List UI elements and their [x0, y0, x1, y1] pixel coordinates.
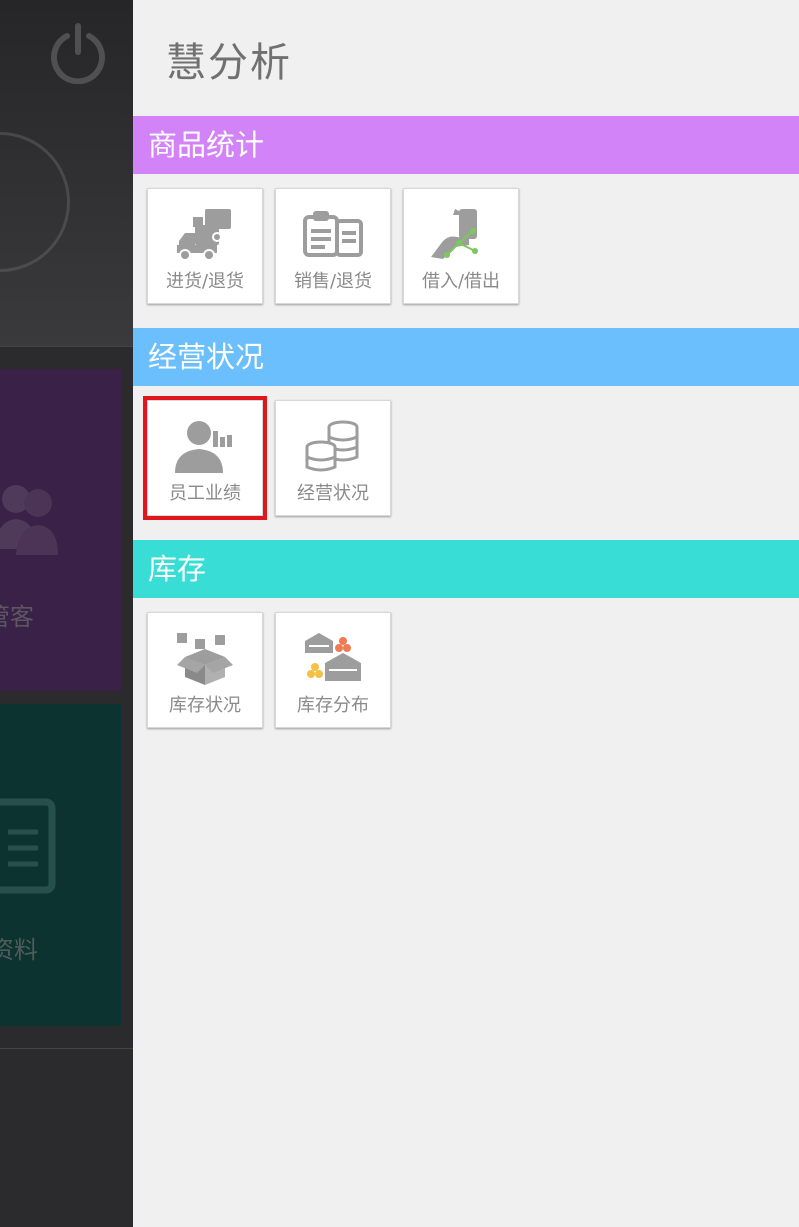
warehouses-icon: [305, 633, 361, 681]
tile-label: 进货/退货: [165, 271, 245, 292]
delivery-truck-icon: [177, 209, 231, 261]
tile-inventory-status[interactable]: 库存状况: [147, 612, 263, 728]
section-header-inventory: 库存: [133, 540, 799, 598]
power-icon[interactable]: [47, 22, 109, 84]
tile-label: 经营状况: [297, 483, 369, 504]
tile-sales-return[interactable]: 销售/退货: [275, 188, 391, 304]
analysis-drawer: 慧分析 商品统计 进货/退货 销售/退货 借入/借出 经营状况 员工业绩 经营状…: [133, 0, 799, 1227]
section-header-product-stats: 商品统计: [133, 116, 799, 174]
background-tile-data[interactable]: 资料: [0, 704, 121, 1026]
tile-borrow-lend[interactable]: 借入/借出: [403, 188, 519, 304]
background-tile-label: 管客: [0, 603, 34, 631]
tile-label: 员工业绩: [169, 483, 241, 504]
tile-label: 库存分布: [297, 695, 369, 716]
coin-stacks-icon: [305, 420, 359, 472]
employee-chart-icon: [175, 421, 232, 473]
tile-purchase-return[interactable]: 进货/退货: [147, 188, 263, 304]
background-tile-customers[interactable]: 管客: [0, 369, 121, 691]
tile-label: 库存状况: [169, 695, 241, 716]
hand-phone-icon: [431, 209, 478, 259]
page-title: 慧分析: [166, 40, 292, 86]
tile-employee-performance[interactable]: 员工业绩: [143, 396, 267, 520]
section-header-operations: 经营状况: [133, 328, 799, 386]
divider: [0, 1048, 133, 1049]
tile-label: 销售/退货: [293, 271, 373, 292]
open-box-icon: [177, 633, 233, 685]
book-icon: [0, 798, 56, 894]
tile-inventory-distribution[interactable]: 库存分布: [275, 612, 391, 728]
tile-label: 借入/借出: [421, 271, 501, 292]
tile-operating-status[interactable]: 经营状况: [275, 400, 391, 516]
people-icon: [0, 485, 58, 555]
background-tile-label: 资料: [0, 936, 38, 964]
background-app: 管客 资料: [0, 0, 133, 1227]
clipboard-receipt-icon: [303, 211, 363, 257]
divider: [0, 346, 133, 347]
